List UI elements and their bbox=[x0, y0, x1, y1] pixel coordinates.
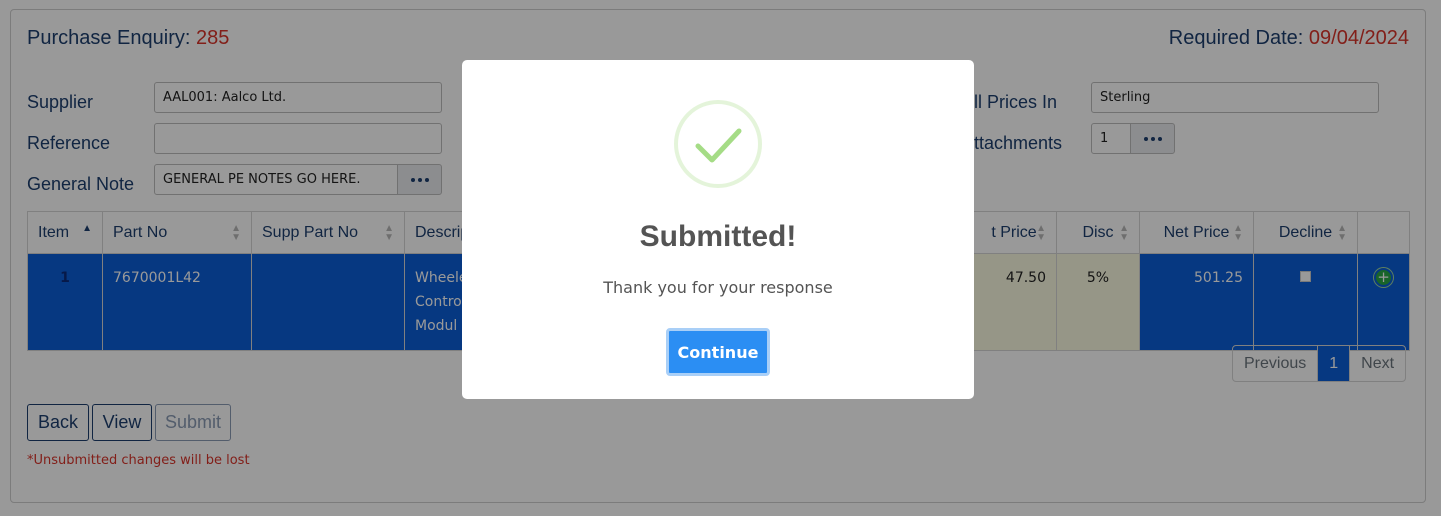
dialog-title: Submitted! bbox=[639, 220, 797, 253]
dialog-message: Thank you for your response bbox=[603, 278, 833, 297]
submitted-dialog: Submitted! Thank you for your response C… bbox=[462, 60, 974, 399]
continue-button[interactable]: Continue bbox=[666, 328, 770, 376]
success-check-icon bbox=[674, 100, 762, 188]
